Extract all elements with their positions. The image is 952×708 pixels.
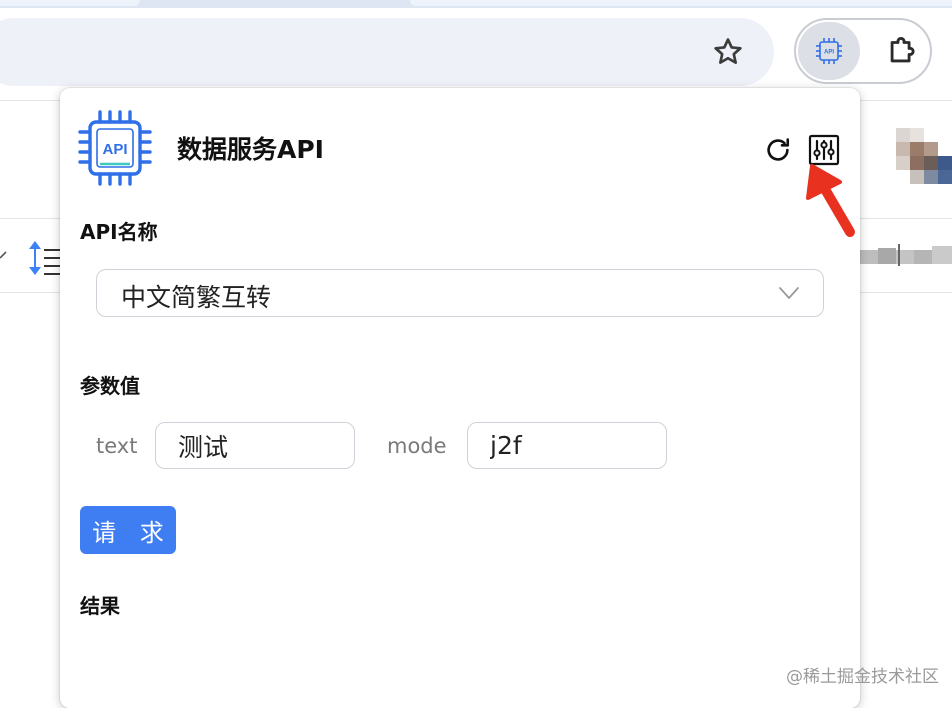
tab-strip: [0, 0, 952, 8]
extension-popup: API 数据服务API API名称 中文简繁互转 参数值 text 测试 mod…: [60, 88, 860, 708]
blurred-text: [858, 244, 952, 266]
puzzle-icon: [890, 37, 915, 63]
param-key-mode: mode: [387, 434, 447, 458]
params-label: 参数值: [80, 374, 140, 398]
bookmark-star-button[interactable]: [704, 28, 752, 76]
tab-left[interactable]: [0, 0, 140, 6]
blurred-avatar: [896, 128, 952, 184]
extensions-menu-button[interactable]: [874, 22, 930, 80]
ext-logo-text: API: [824, 50, 834, 56]
api-select-value: 中文简繁互转: [121, 283, 272, 312]
param-text-input[interactable]: [155, 422, 355, 469]
api-chip-icon: API: [816, 38, 842, 64]
popup-title: 数据服务API: [177, 135, 324, 164]
refresh-button[interactable]: [760, 132, 796, 168]
annotation-arrow-icon: [806, 164, 855, 237]
logo-text: API: [102, 141, 127, 158]
sort-icon[interactable]: [0, 238, 66, 282]
request-button[interactable]: 请 求: [80, 506, 176, 554]
refresh-icon: [767, 138, 790, 161]
star-icon: [714, 38, 742, 64]
api-logo-icon: API: [78, 110, 152, 186]
extensions-group: API: [794, 18, 932, 84]
address-bar[interactable]: [0, 18, 774, 86]
tab-right[interactable]: [410, 0, 952, 6]
api-extension-button[interactable]: API: [798, 22, 860, 80]
chevron-down-icon: [779, 287, 799, 299]
watermark: @稀土掘金技术社区: [786, 667, 939, 687]
param-key-text: text: [96, 434, 138, 458]
param-mode-input[interactable]: [467, 422, 667, 469]
api-select[interactable]: 中文简繁互转: [96, 269, 824, 317]
api-name-label: API名称: [80, 220, 158, 244]
result-label: 结果: [80, 594, 120, 618]
